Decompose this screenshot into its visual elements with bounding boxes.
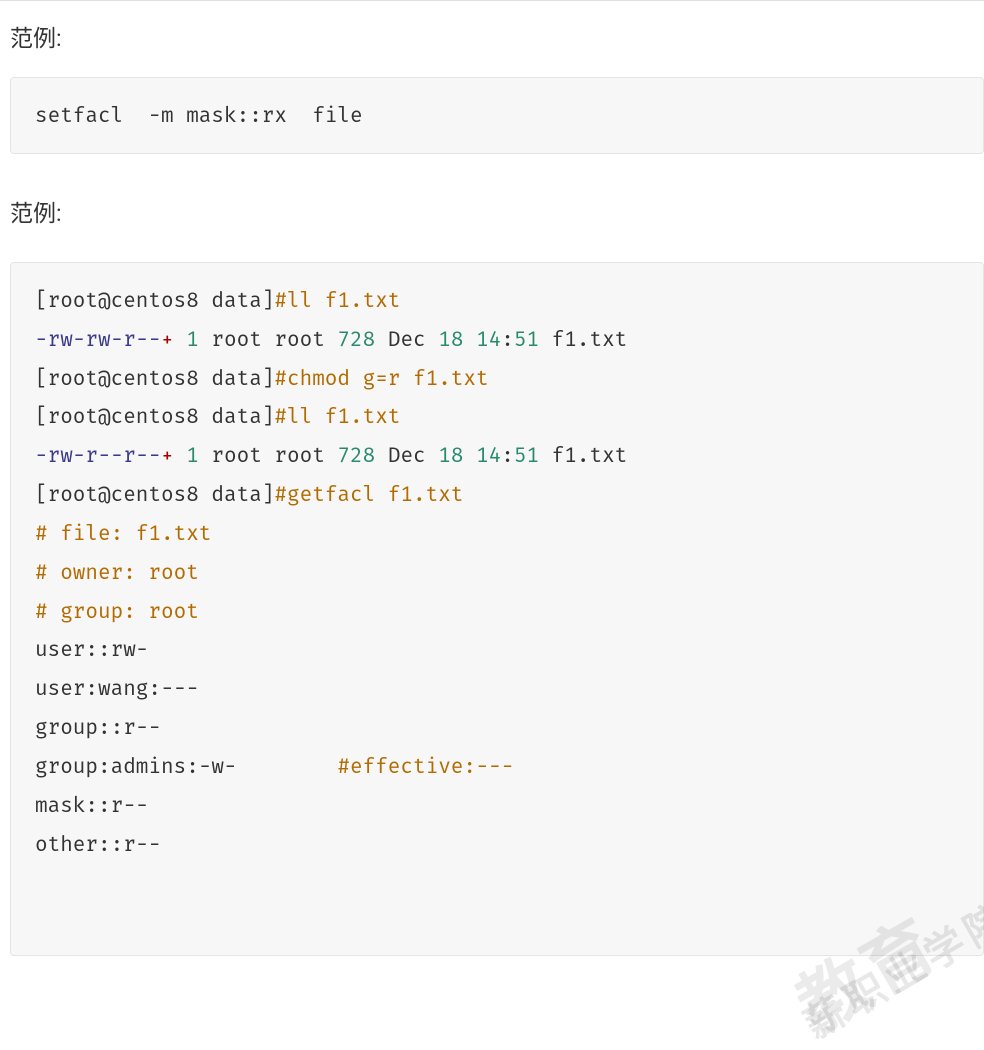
effective-comment: #effective:---: [337, 753, 513, 779]
prompt: [root@centos8 data]: [35, 403, 274, 429]
min: 51: [514, 442, 539, 468]
code-block-2: [root@centos8 data]#ll f1.txt -rw-rw-r--…: [10, 262, 984, 956]
perm: -rw-r--r--: [35, 442, 161, 468]
perm: -rw-rw-r--: [35, 326, 161, 352]
comment-line: # group: root: [35, 598, 199, 624]
acl-line: group:admins:-w-: [35, 753, 337, 779]
month: Dec: [388, 326, 438, 352]
comment-line: # file: f1.txt: [35, 520, 211, 546]
acl-line: mask::r--: [35, 792, 148, 818]
code-block-1: setfacl -m mask::rx file: [10, 77, 984, 154]
linkcount: 1: [174, 442, 199, 468]
filename: f1.txt: [539, 442, 627, 468]
filename: f1.txt: [539, 326, 627, 352]
cmd: #ll f1.txt: [274, 403, 400, 429]
acl-line: group::r--: [35, 714, 161, 740]
watermark-side: 薪职业学院: [796, 893, 984, 1050]
acl-line: other::r--: [35, 831, 161, 857]
example-label-1: 范例:: [10, 11, 984, 53]
month: Dec: [388, 442, 438, 468]
top-divider: [0, 0, 984, 1]
prompt: [root@centos8 data]: [35, 481, 274, 507]
sp: [463, 326, 476, 352]
comment-line: # owner: root: [35, 559, 199, 585]
linkcount: 1: [174, 326, 199, 352]
hour: 14: [476, 326, 501, 352]
min: 51: [514, 326, 539, 352]
cmd: #ll f1.txt: [274, 287, 400, 313]
owner: root root: [199, 326, 338, 352]
example-label-2: 范例:: [10, 194, 984, 228]
sp: [375, 326, 388, 352]
acl-line: user::rw-: [35, 636, 148, 662]
cmd: #getfacl f1.txt: [274, 481, 463, 507]
hour: 14: [476, 442, 501, 468]
cmd: #chmod g=r f1.txt: [274, 365, 488, 391]
day: 18: [438, 326, 463, 352]
colon: :: [501, 442, 514, 468]
sp: [463, 442, 476, 468]
code-line: setfacl -m mask::rx file: [35, 102, 363, 128]
watermark-main: 教育: [786, 906, 953, 1047]
plus-indicator: +: [161, 442, 174, 468]
sp: [375, 442, 388, 468]
day: 18: [438, 442, 463, 468]
prompt: [root@centos8 data]: [35, 365, 274, 391]
colon: :: [501, 326, 514, 352]
owner: root root: [199, 442, 338, 468]
size: 728: [337, 442, 375, 468]
plus-indicator: +: [161, 326, 174, 352]
prompt: [root@centos8 data]: [35, 287, 274, 313]
size: 728: [337, 326, 375, 352]
acl-line: user:wang:---: [35, 675, 199, 701]
